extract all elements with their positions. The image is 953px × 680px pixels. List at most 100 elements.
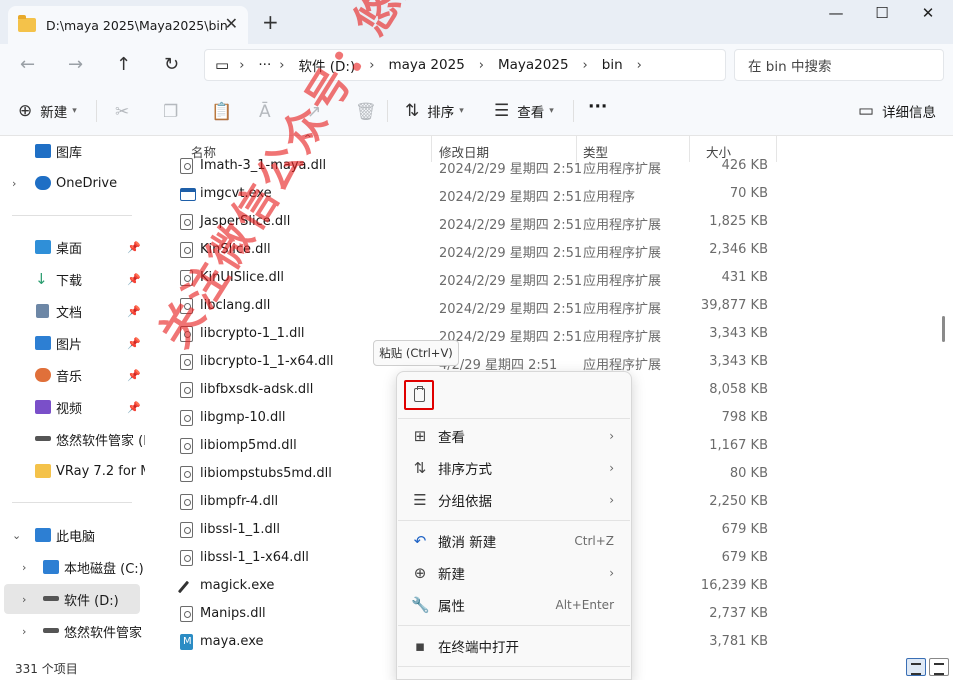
context-menu-quick-actions <box>398 373 630 419</box>
file-row[interactable]: JasperSlice.dll 2024/2/29 星期四 2:51 应用程序扩展 1… <box>178 208 778 236</box>
menu-item-view[interactable]: ⊞ 查看 › <box>398 420 630 452</box>
sort-button[interactable]: ⇅ 排序 ▾ <box>405 101 464 121</box>
refresh-button[interactable]: ↻ <box>164 54 179 75</box>
sidebar-item-drive-d[interactable]: › 软件 (D:) <box>4 584 140 614</box>
menu-item-new[interactable]: ⊕ 新建 › <box>398 557 630 589</box>
terminal-icon: ▪ <box>414 637 426 655</box>
new-tab-button[interactable]: + <box>262 10 279 34</box>
rename-icon[interactable]: Ā <box>259 102 271 122</box>
breadcrumb-sep: › <box>239 57 245 73</box>
sidebar-item-label: 悠然软件管家 <box>64 625 143 641</box>
file-date: 2024/2/29 星期四 2:51 <box>439 218 583 233</box>
file-size: 679 KB <box>721 522 768 537</box>
file-type: 应用程序扩展 <box>583 302 662 317</box>
more-options-button[interactable]: ··· <box>588 97 607 117</box>
menu-item-label: 分组依据 <box>438 494 492 510</box>
file-name: libfbxsdk-adsk.dll <box>200 382 314 397</box>
delete-icon[interactable]: 🗑 <box>355 102 377 122</box>
cut-icon[interactable]: ✂ <box>115 102 129 122</box>
breadcrumb-more[interactable]: ··· <box>258 57 271 73</box>
new-button[interactable]: ⊕ 新建 ▾ <box>18 101 77 121</box>
sidebar-item-onedrive[interactable]: › OneDrive <box>0 168 145 198</box>
forward-button[interactable]: → <box>68 54 83 75</box>
sidebar-item-gallery[interactable]: 图库 <box>0 136 145 166</box>
up-button[interactable]: ↑ <box>116 54 131 75</box>
sidebar-item-drive-e[interactable]: 悠然软件管家 (E <box>0 424 145 454</box>
tab-bin[interactable]: D:\maya 2025\Maya2025\bin ✕ <box>8 6 248 44</box>
close-button[interactable]: ✕ <box>905 4 951 28</box>
file-name: JasperSlice.dll <box>200 214 291 229</box>
sidebar-item-vray[interactable]: VRay 7.2 for M <box>0 456 145 486</box>
scrollbar[interactable] <box>942 316 945 342</box>
file-row[interactable]: libcrypto-1_1.dll 2024/2/29 星期四 2:51 应用程序扩… <box>178 320 778 348</box>
sidebar-item-pictures[interactable]: 图片 📌 <box>0 328 145 358</box>
chevron-down-icon[interactable]: ⌄ <box>12 529 21 542</box>
copy-icon[interactable]: ❐ <box>163 102 178 122</box>
address-bar[interactable]: ▭ › ··· › 软件 (D:) › maya 2025 › Maya2025… <box>204 49 726 81</box>
file-row[interactable]: Imath-3_1-maya.dll 2024/2/29 星期四 2:51 应用程序… <box>178 152 778 180</box>
breadcrumb-bin[interactable]: bin <box>602 57 623 73</box>
file-row[interactable]: KinSlice.dll 2024/2/29 星期四 2:51 应用程序扩展 2,34… <box>178 236 778 264</box>
back-button[interactable]: ← <box>20 54 35 75</box>
tiles-view-button[interactable] <box>929 658 949 676</box>
chevron-right-icon[interactable]: › <box>22 625 26 638</box>
sidebar-item-music[interactable]: 音乐 📌 <box>0 360 145 390</box>
menu-item-label: 新建 <box>438 567 465 583</box>
sidebar-item-label: 下载 <box>56 273 83 289</box>
dll-file-icon <box>180 550 193 566</box>
menu-item-undo-new[interactable]: ↶ 撤消 新建 Ctrl+Z <box>398 525 630 557</box>
file-row[interactable]: imgcvt.exe 2024/2/29 星期四 2:51 应用程序 70 KB <box>178 180 778 208</box>
sidebar-item-drive-e2[interactable]: › 悠然软件管家 <box>0 616 145 646</box>
menu-item-sort-by[interactable]: ⇅ 排序方式 › <box>398 452 630 484</box>
minimize-button[interactable]: — <box>813 4 859 28</box>
tab-close-icon[interactable]: ✕ <box>225 14 238 33</box>
paste-icon <box>413 386 425 402</box>
paste-icon[interactable]: 📋 <box>211 102 232 122</box>
breadcrumb-maya2025[interactable]: Maya2025 <box>498 57 569 73</box>
dll-file-icon <box>180 494 193 510</box>
pin-icon: 📌 <box>127 368 141 382</box>
onedrive-icon <box>35 176 51 190</box>
sidebar-item-downloads[interactable]: ↓ 下载 📌 <box>0 264 145 294</box>
chevron-right-icon[interactable]: › <box>22 593 26 606</box>
details-button[interactable]: ▭ 详细信息 <box>858 101 936 121</box>
file-row[interactable]: libclang.dll 2024/2/29 星期四 2:51 应用程序扩展 39,8… <box>178 292 778 320</box>
breadcrumb-drive-d[interactable]: 软件 (D:) <box>298 55 355 75</box>
document-icon <box>36 304 49 318</box>
dll-file-icon <box>180 214 193 230</box>
view-list-icon: ☰ <box>494 101 510 121</box>
sidebar-item-this-pc[interactable]: ⌄ 此电脑 <box>0 520 145 550</box>
menu-item-group-by[interactable]: ☰ 分组依据 › <box>398 484 630 516</box>
details-view-button[interactable] <box>906 658 926 676</box>
file-name: libmpfr-4.dll <box>200 494 279 509</box>
menu-item-open-in-terminal[interactable]: ▪ 在终端中打开 <box>398 630 630 662</box>
breadcrumb-maya-2025[interactable]: maya 2025 <box>388 57 464 73</box>
sidebar-item-videos[interactable]: 视频 📌 <box>0 392 145 422</box>
dll-file-icon <box>180 382 193 398</box>
divider <box>12 215 132 216</box>
sidebar-item-label: VRay 7.2 for M <box>56 463 145 479</box>
menu-item-properties[interactable]: 🔧 属性 Alt+Enter <box>398 589 630 621</box>
file-name: libiomp5md.dll <box>200 438 297 453</box>
sidebar-item-label: 桌面 <box>56 241 83 257</box>
share-icon[interactable]: ↗ <box>307 102 321 122</box>
chevron-right-icon[interactable]: › <box>12 177 16 190</box>
sidebar-item-drive-c[interactable]: › 本地磁盘 (C:) <box>0 552 145 582</box>
file-name: libiompstubs5md.dll <box>200 466 332 481</box>
dll-file-icon <box>180 242 193 258</box>
details-label: 详细信息 <box>882 105 937 121</box>
menu-item-label: 排序方式 <box>438 462 492 478</box>
sidebar-item-documents[interactable]: 文档 📌 <box>0 296 145 326</box>
chevron-right-icon[interactable]: › <box>22 561 26 574</box>
search-input[interactable]: 在 bin 中搜索 <box>734 49 944 81</box>
sidebar-item-desktop[interactable]: 桌面 📌 <box>0 232 145 262</box>
view-button[interactable]: ☰ 查看 ▾ <box>494 101 554 121</box>
picture-icon <box>35 336 51 350</box>
sidebar-item-label: 图库 <box>56 145 83 161</box>
pin-icon: 📌 <box>127 400 141 414</box>
file-row[interactable]: KinUISlice.dll 2024/2/29 星期四 2:51 应用程序扩展 43… <box>178 264 778 292</box>
paste-tooltip: 粘贴 (Ctrl+V) <box>373 340 459 366</box>
paste-button[interactable] <box>404 380 434 410</box>
maximize-button[interactable]: ☐ <box>859 4 905 28</box>
file-date: 2024/2/29 星期四 2:51 <box>439 302 583 317</box>
